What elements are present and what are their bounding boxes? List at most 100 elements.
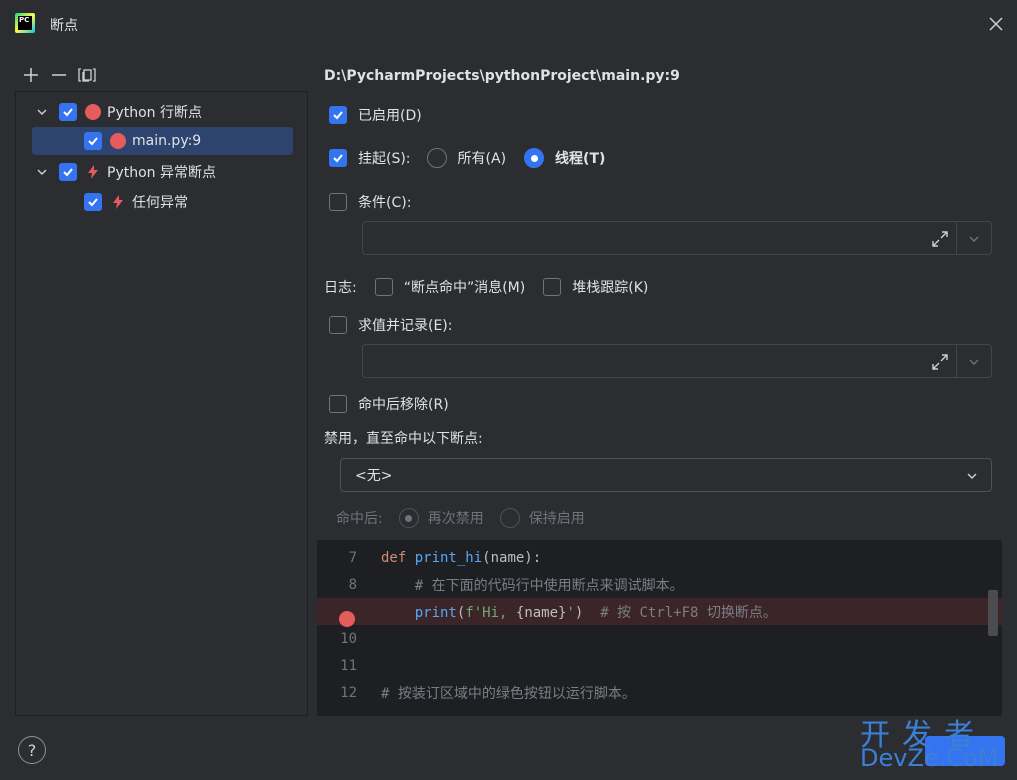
code-token: {name}: [515, 604, 567, 621]
code-text: print(f'Hi, {name}') # 按 Ctrl+F8 切换断点。: [381, 602, 777, 622]
chevron-down-icon[interactable]: [967, 355, 981, 369]
enabled-label: 已启用(D): [358, 108, 422, 124]
checkbox[interactable]: [59, 103, 77, 121]
remove-once-hit-label: 命中后移除(R): [358, 397, 449, 413]
add-breakpoint-button[interactable]: [20, 64, 42, 86]
suspend-checkbox[interactable]: [329, 149, 347, 167]
help-button[interactable]: ?: [18, 736, 46, 764]
line-number[interactable]: 7: [317, 550, 381, 566]
log-label: 日志:: [324, 280, 357, 296]
watermark-bottom: DevZe.CoM: [860, 744, 999, 772]
after-hit-label: 命中后:: [336, 511, 383, 527]
window-title: 断点: [50, 18, 78, 34]
code-token: # 按装订区域中的绿色按钮以运行脚本。: [381, 685, 636, 702]
code-token: (name):: [482, 549, 542, 566]
evaluate-label: 求值并记录(E):: [358, 318, 453, 334]
close-icon: [989, 17, 1003, 31]
condition-checkbox[interactable]: [329, 193, 347, 211]
code-line-breakpoint: print(f'Hi, {name}') # 按 Ctrl+F8 切换断点。: [317, 598, 1002, 627]
remove-once-hit-checkbox[interactable]: [329, 395, 347, 413]
log-row: 日志: “断点命中”消息(M) 堆栈跟踪(K): [324, 276, 648, 298]
minus-icon: [52, 74, 66, 76]
field-divider: [956, 222, 957, 254]
log-stack-trace-checkbox[interactable]: [543, 278, 562, 296]
condition-field[interactable]: [362, 221, 992, 255]
keep-enabled-radio[interactable]: [499, 508, 520, 528]
title-bar: PC 断点: [0, 0, 1017, 50]
checkbox[interactable]: [84, 193, 102, 211]
evaluate-field[interactable]: [362, 344, 992, 378]
code-preview: 7 def print_hi(name): 8 # 在下面的代码行中使用断点来调试脚…: [317, 540, 1002, 716]
log-hit-message-checkbox[interactable]: [374, 278, 393, 296]
keep-enabled-label: 保持启用: [528, 511, 585, 527]
remove-once-hit-row: 命中后移除(R): [329, 393, 449, 415]
after-hit-row: 命中后: 再次禁用 保持启用: [336, 507, 585, 529]
pycharm-app-icon: PC: [15, 13, 35, 33]
lightning-icon: [85, 164, 101, 180]
suspend-row: 挂起(S): 所有(A) 线程(T): [329, 147, 605, 169]
code-token: print: [414, 604, 457, 621]
code-line: 12 # 按装订区域中的绿色按钮以运行脚本。: [317, 679, 1002, 706]
breakpoint-tree: Python 行断点 main.py:9 Python 异常断点 任何异常: [15, 91, 308, 716]
suspend-all-label: 所有(A): [457, 151, 507, 167]
code-token: def: [381, 549, 415, 566]
code-text: # 按装订区域中的绿色按钮以运行脚本。: [381, 683, 636, 703]
disable-until-label: 禁用，直至命中以下断点:: [324, 431, 483, 447]
plus-icon: [24, 68, 38, 82]
code-text: def print_hi(name):: [381, 550, 541, 566]
expand-icon[interactable]: [931, 230, 949, 248]
condition-row: 条件(C):: [329, 191, 411, 213]
tree-toolbar: [20, 64, 98, 86]
line-number[interactable]: 8: [317, 577, 381, 593]
disable-again-radio[interactable]: [398, 508, 419, 528]
tree-item-any-exception[interactable]: 任何异常: [84, 188, 188, 216]
enabled-checkbox[interactable]: [329, 106, 347, 124]
line-number[interactable]: 10: [317, 631, 381, 647]
code-token: ): [574, 604, 601, 621]
suspend-all-radio[interactable]: [426, 148, 447, 168]
code-line: 11: [317, 652, 1002, 679]
tree-item-label: Python 异常断点: [107, 165, 216, 181]
tree-item-main-py-9[interactable]: main.py:9: [32, 127, 293, 155]
tree-item-label: main.py:9: [132, 133, 202, 149]
group-button[interactable]: [76, 64, 98, 86]
tree-item-label: Python 行断点: [107, 105, 202, 121]
condition-label: 条件(C):: [358, 195, 412, 211]
line-number[interactable]: 11: [317, 658, 381, 674]
code-token: # 按 Ctrl+F8 切换断点。: [600, 604, 777, 621]
code-token: print_hi: [414, 549, 483, 566]
disable-until-value: <无>: [355, 468, 393, 484]
chevron-down-icon: [967, 473, 977, 479]
expand-icon[interactable]: [931, 353, 949, 371]
field-divider: [956, 345, 957, 377]
code-scrollbar[interactable]: [988, 590, 998, 636]
suspend-thread-label: 线程(T): [555, 151, 606, 167]
code-text: # 在下面的代码行中使用断点来调试脚本。: [381, 575, 684, 595]
disable-again-label: 再次禁用: [427, 511, 484, 527]
tree-item-label: 任何异常: [132, 195, 188, 211]
watermark-logo: 开发者 DevZe.CoM: [860, 710, 1010, 776]
breakpoint-dot-icon: [85, 104, 101, 120]
close-button[interactable]: [986, 14, 1006, 34]
chevron-down-icon[interactable]: [35, 165, 49, 179]
checkbox[interactable]: [84, 132, 102, 150]
checkbox[interactable]: [59, 163, 77, 181]
evaluate-checkbox[interactable]: [329, 316, 347, 334]
log-hit-message-label: “断点命中”消息(M): [403, 280, 526, 296]
suspend-thread-radio[interactable]: [524, 148, 545, 168]
remove-breakpoint-button[interactable]: [48, 64, 70, 86]
breakpoint-path: D:\PycharmProjects\pythonProject\main.py…: [324, 68, 680, 84]
breakpoint-dot-icon: [110, 133, 126, 149]
group-icon: [78, 68, 96, 82]
code-line: 10: [317, 625, 1002, 652]
tree-item-python-line-breakpoints[interactable]: Python 行断点: [35, 98, 202, 126]
code-line: 8 # 在下面的代码行中使用断点来调试脚本。: [317, 571, 1002, 598]
log-stack-trace-label: 堆栈跟踪(K): [572, 280, 649, 296]
suspend-label: 挂起(S):: [358, 151, 411, 167]
chevron-down-icon[interactable]: [35, 105, 49, 119]
chevron-down-icon[interactable]: [967, 232, 981, 246]
code-line: 7 def print_hi(name):: [317, 544, 1002, 571]
disable-until-select[interactable]: <无>: [340, 458, 992, 492]
tree-item-python-exception-breakpoints[interactable]: Python 异常断点: [35, 158, 216, 186]
line-number[interactable]: 12: [317, 685, 381, 701]
